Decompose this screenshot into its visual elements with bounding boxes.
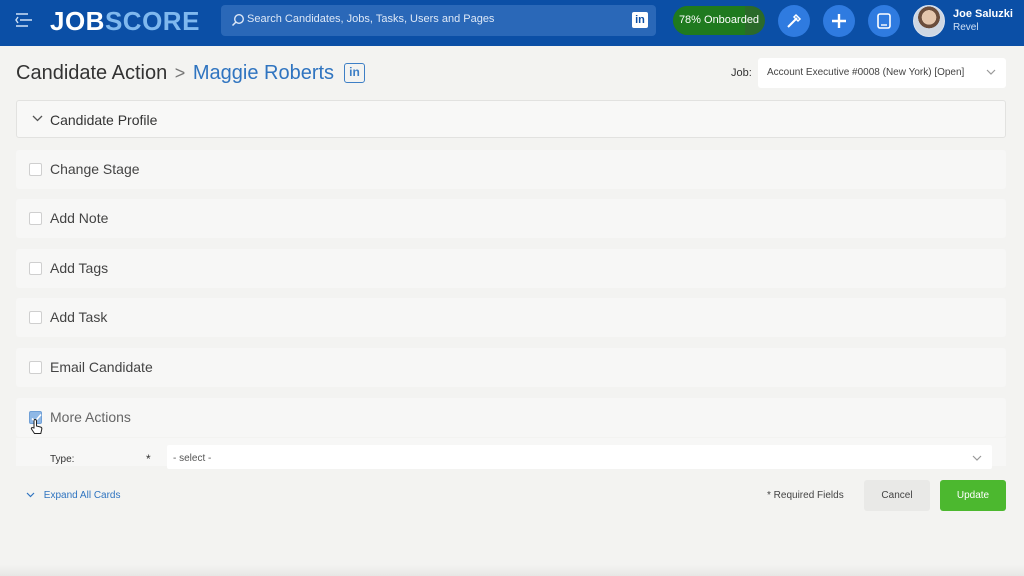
avatar[interactable]: [913, 5, 945, 37]
add-button[interactable]: [823, 5, 855, 37]
email-candidate-checkbox[interactable]: [29, 361, 42, 374]
user-company: Revel: [953, 22, 979, 33]
add-note-label: Add Note: [50, 210, 109, 226]
add-tags-checkbox[interactable]: [29, 262, 42, 275]
add-icon: [832, 14, 846, 28]
required-fields-note: * Required Fields: [767, 490, 844, 501]
candidate-profile-card[interactable]: Candidate Profile: [16, 100, 1006, 138]
change-stage-label: Change Stage: [50, 161, 140, 177]
add-note-checkbox[interactable]: [29, 212, 42, 225]
update-button[interactable]: Update: [940, 480, 1006, 511]
logo[interactable]: JOBSCORE: [50, 6, 200, 36]
candidate-profile-label: Candidate Profile: [50, 112, 158, 128]
expand-all-cards-label: Expand All Cards: [43, 490, 121, 501]
add-task-checkbox[interactable]: [29, 311, 42, 324]
wand-button[interactable]: [778, 5, 810, 37]
cancel-button[interactable]: Cancel: [864, 480, 930, 511]
candidate-name-link[interactable]: Maggie Roberts: [193, 62, 334, 84]
onboarding-progress-label: 78% Onboarded: [678, 14, 760, 26]
type-label: Type:: [50, 454, 75, 465]
required-mark: *: [146, 452, 151, 466]
chevron-down-icon: [972, 455, 982, 461]
hand-cursor-icon: [30, 418, 43, 434]
action-card-change-stage[interactable]: Change Stage: [16, 150, 1006, 189]
tablet-icon: [877, 13, 891, 29]
breadcrumb-root: Candidate Action: [16, 62, 168, 84]
top-navigation-bar: JOBSCORE Search Candidates, Jobs, Tasks,…: [0, 0, 1024, 46]
more-actions-label: More Actions: [50, 409, 131, 425]
action-card-add-note[interactable]: Add Note: [16, 199, 1006, 238]
type-select-value: - select -: [173, 453, 212, 464]
job-label: Job:: [731, 67, 752, 79]
page-title: Candidate Action > Maggie Roberts: [16, 62, 334, 85]
menu-icon[interactable]: [15, 12, 33, 28]
more-actions-body: Type: * - select -: [16, 438, 1006, 469]
action-card-add-task[interactable]: Add Task: [16, 298, 1006, 337]
change-stage-checkbox[interactable]: [29, 163, 42, 176]
type-select[interactable]: - select -: [167, 445, 992, 469]
job-select-value: Account Executive #0008 (New York) [Open…: [767, 67, 965, 78]
action-card-more-actions[interactable]: More Actions: [16, 398, 1006, 437]
add-tags-label: Add Tags: [50, 260, 109, 276]
logo-score: SCORE: [104, 6, 200, 36]
search-input[interactable]: Search Candidates, Jobs, Tasks, Users an…: [221, 5, 656, 36]
action-card-add-tags[interactable]: Add Tags: [16, 249, 1006, 288]
chevron-down-icon: [32, 115, 43, 122]
linkedin-profile-icon[interactable]: in: [344, 63, 365, 83]
chevron-down-icon: [26, 492, 35, 498]
breadcrumb-separator: >: [174, 63, 186, 83]
email-candidate-label: Email Candidate: [50, 359, 153, 375]
action-card-email-candidate[interactable]: Email Candidate: [16, 348, 1006, 387]
tablet-button[interactable]: [868, 5, 900, 37]
search-icon: [231, 13, 245, 27]
wand-icon: [787, 13, 802, 28]
logo-job: JOB: [50, 6, 105, 36]
chevron-down-icon: [986, 69, 996, 75]
page-bottom-edge: [0, 565, 1024, 576]
user-name[interactable]: Joe Saluzki: [953, 8, 1013, 20]
job-select[interactable]: Account Executive #0008 (New York) [Open…: [758, 58, 1006, 88]
search-placeholder: Search Candidates, Jobs, Tasks, Users an…: [247, 13, 495, 25]
expand-all-cards-link[interactable]: Expand All Cards: [26, 490, 121, 501]
linkedin-icon[interactable]: in: [632, 12, 648, 28]
onboarding-progress[interactable]: 78% Onboarded: [673, 6, 765, 35]
add-task-label: Add Task: [50, 309, 108, 325]
